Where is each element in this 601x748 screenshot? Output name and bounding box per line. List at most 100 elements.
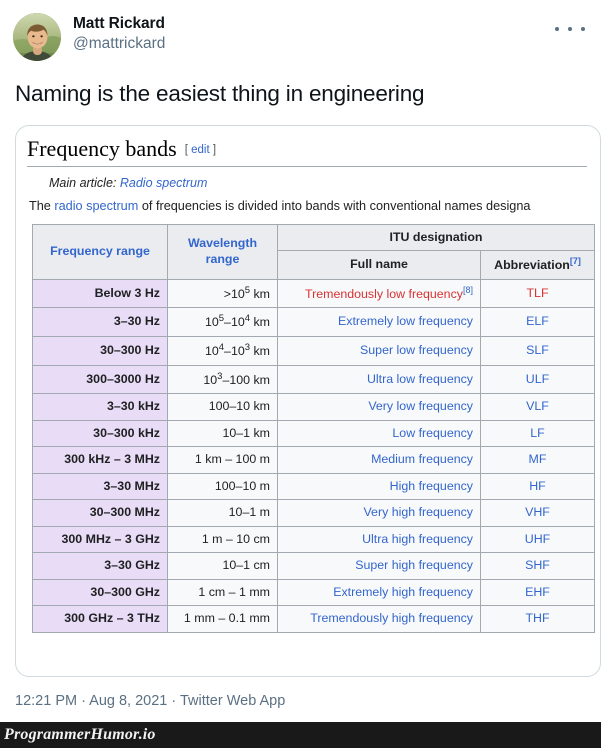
full-name-link[interactable]: High frequency [390,479,473,493]
full-name-link[interactable]: Ultra low frequency [367,372,473,386]
cell-abbreviation: LF [480,419,595,448]
cell-wavelength-range: 10–1 cm [167,552,278,580]
table-row: 30–300 Hz 104–103 km Super low frequency SL… [32,336,595,366]
abbreviation-link[interactable]: EHF [525,585,550,599]
radio-spectrum-inline-link[interactable]: radio spectrum [54,199,138,213]
header-full-name: Full name [277,250,481,280]
abbreviation-link[interactable]: TLF [526,286,548,300]
abbreviation-link[interactable]: VHF [525,505,550,519]
cell-abbreviation: MF [480,446,595,474]
cell-wavelength-range: 100–10 km [167,393,278,421]
abbreviation-link[interactable]: ULF [526,372,549,386]
tweet-card: Matt Rickard @mattrickard Naming is the … [0,0,601,713]
full-name-link[interactable]: Very high frequency [363,505,473,519]
full-name-link[interactable]: Super low frequency [360,343,473,357]
header-frequency-range: Frequency range [32,223,168,280]
more-horizontal-icon[interactable] [555,20,585,38]
cell-wavelength-range: 100–10 m [167,472,278,501]
dot [555,27,559,31]
cell-frequency-range: 30–300 MHz [32,499,168,527]
abbreviation-link[interactable]: SLF [526,343,549,357]
table-row: 30–300 MHz 10–1 m Very high frequency VHF [32,499,595,527]
cell-frequency-range: 3–30 GHz [32,552,168,580]
paragraph-tail: of frequencies is divided into bands wit… [138,198,531,213]
abbreviation-link[interactable]: SHF [525,558,550,572]
edit-bracket-close: ] [212,144,217,157]
reference-marker-7[interactable]: [7] [570,256,581,266]
table-row: 30–300 kHz 10–1 km Low frequency LF [32,419,595,448]
abbreviation-link[interactable]: UHF [525,532,550,546]
wikipedia-embed-card[interactable]: Frequency bands [ edit ] Main article: Ra… [15,125,601,678]
display-name[interactable]: Matt Rickard [73,15,165,33]
user-identity: Matt Rickard @mattrickard [73,13,165,53]
cell-full-name: Very low frequency [277,393,481,421]
table-row: 3–30 kHz 100–10 km Very low frequency VLF [32,393,595,421]
header-abbreviation: Abbreviation[7] [480,250,595,280]
cell-frequency-range: 30–300 Hz [32,336,168,366]
header-frequency-range-link[interactable]: Frequency range [50,244,150,258]
full-name-link[interactable]: Very low frequency [368,399,473,413]
full-name-link[interactable]: Extremely low frequency [338,314,473,328]
edit-bracket-open: [ [184,144,188,157]
cell-full-name: Tremendously high frequency [277,605,481,633]
frequency-bands-table-body: Below 3 Hz >105 km Tremendously low freque… [32,278,595,633]
cell-abbreviation: EHF [480,578,595,607]
abbreviation-link[interactable]: HF [529,479,546,493]
table-header-row-1: Frequency range Wavelength range ITU des… [32,223,595,280]
dot [568,27,572,31]
abbreviation-link[interactable]: ELF [526,314,549,328]
table-row: 300 GHz – 3 THz 1 mm – 0.1 mm Tremendously… [32,605,595,633]
cell-frequency-range: 3–30 MHz [32,472,168,501]
cell-frequency-range: 300 kHz – 3 MHz [32,446,168,474]
user-handle[interactable]: @mattrickard [73,35,165,53]
cell-abbreviation: VHF [480,499,595,527]
full-name-link[interactable]: Medium frequency [371,452,473,466]
full-name-link[interactable]: Extremely high frequency [333,585,473,599]
table-row: 3–30 MHz 100–10 m High frequency HF [32,472,595,501]
cell-frequency-range: 3–30 kHz [32,393,168,421]
abbreviation-link[interactable]: VLF [526,399,549,413]
cell-wavelength-range: 1 m – 10 cm [167,525,278,554]
cell-wavelength-range: 1 mm – 0.1 mm [167,605,278,633]
abbreviation-link[interactable]: MF [529,452,547,466]
cell-abbreviation: ELF [480,307,595,338]
tweet-text: Naming is the easiest thing in engineeri… [15,81,425,106]
abbreviation-link[interactable]: LF [530,426,544,440]
reference-marker-8[interactable]: [8] [463,285,473,295]
edit-label[interactable]: edit [191,144,210,156]
full-name-link[interactable]: Super high frequency [355,558,473,572]
full-name-link[interactable]: Low frequency [392,426,473,440]
cell-full-name: Very high frequency [277,499,481,527]
edit-link[interactable]: [ edit ] [185,144,216,156]
watermark-bar: ProgrammerHumor.io [0,722,601,748]
watermark-label: ProgrammerHumor.io [4,726,156,743]
header-wavelength-range-link[interactable]: Wavelength range [188,236,257,266]
abbreviation-link[interactable]: THF [525,611,549,625]
dot [581,27,585,31]
cell-full-name: High frequency [277,472,481,501]
cell-full-name: Ultra low frequency [277,364,481,395]
cell-full-name: Super low frequency [277,336,481,366]
section-heading: Frequency bands [ edit ] [27,136,587,167]
paragraph-lead: The [29,198,55,213]
avatar[interactable] [13,13,61,61]
cell-abbreviation: SLF [480,336,595,366]
cell-abbreviation: UHF [480,525,595,554]
cell-wavelength-range: 1 km – 100 m [167,446,278,474]
table-row: 300 MHz – 3 GHz 1 m – 10 cm Ultra high fre… [32,525,595,554]
table-row: 3–30 GHz 10–1 cm Super high frequency SHF [32,552,595,580]
header-wavelength-range: Wavelength range [167,223,278,280]
cell-frequency-range: 300 GHz – 3 THz [32,605,168,633]
full-name-link[interactable]: Tremendously low frequency [305,287,463,301]
radio-spectrum-link[interactable]: Radio spectrum [120,176,208,190]
wikipedia-embed-content: Frequency bands [ edit ] Main article: Ra… [16,126,600,633]
full-name-link[interactable]: Ultra high frequency [362,532,473,546]
cell-abbreviation: HF [480,472,595,501]
full-name-link[interactable]: Tremendously high frequency [310,611,473,625]
cell-wavelength-range: 1 cm – 1 mm [167,578,278,607]
cell-full-name: Super high frequency [277,552,481,580]
frequency-bands-table: Frequency range Wavelength range ITU des… [32,223,595,633]
cell-wavelength-range: 104–103 km [167,336,278,366]
main-article-prefix: Main article: [49,175,120,190]
cell-full-name: Low frequency [277,419,481,448]
